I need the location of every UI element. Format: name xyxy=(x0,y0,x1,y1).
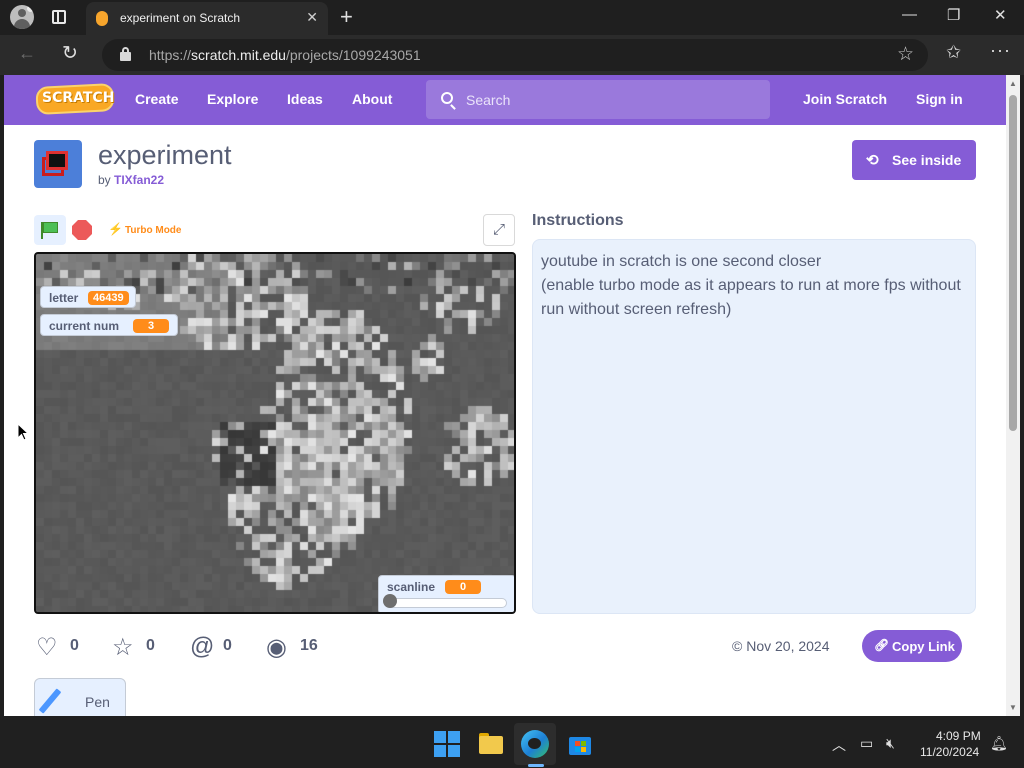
browser-titlebar: experiment on Scratch ✕ + — ❐ ✕ xyxy=(0,0,1024,35)
microsoft-store-icon[interactable] xyxy=(566,730,594,758)
notification-bell-icon[interactable]: 🔔︎ xyxy=(990,735,1008,752)
letter-monitor-value: 46439 xyxy=(88,291,129,305)
tray-chevron-up-icon[interactable]: ︿ xyxy=(832,735,846,755)
scanline-slider-track[interactable] xyxy=(387,598,507,608)
network-icon[interactable]: ▭ xyxy=(860,735,873,752)
scanline-monitor-label: scanline xyxy=(387,580,436,594)
refresh-icon[interactable]: ↻ xyxy=(62,42,78,65)
scroll-up-arrow-icon[interactable]: ▲ xyxy=(1009,79,1017,88)
instructions-line: (enable turbo mode as it appears to run … xyxy=(541,277,961,318)
profile-avatar-icon[interactable] xyxy=(10,5,34,29)
tab-title: experiment on Scratch xyxy=(120,11,241,25)
mouse-cursor-icon xyxy=(17,423,29,441)
letter-monitor[interactable]: letter 46439 xyxy=(40,286,136,308)
project-thumbnail xyxy=(34,140,82,188)
instructions-line: youtube in scratch is one second closer xyxy=(541,253,822,270)
scrollbar-thumb[interactable] xyxy=(1009,95,1017,431)
stop-button[interactable] xyxy=(72,220,92,240)
scroll-down-arrow-icon[interactable]: ▼ xyxy=(1009,703,1017,712)
view-count: 16 xyxy=(300,637,318,654)
scratch-page: SCRATCH Create Explore Ideas About Join … xyxy=(4,75,1006,716)
copyright-icon: © xyxy=(732,638,747,654)
address-bar[interactable]: https://scratch.mit.edu/projects/1099243… xyxy=(102,39,928,71)
fullscreen-button[interactable]: ⤢ xyxy=(483,214,515,246)
favorites-list-icon[interactable]: ✩ xyxy=(946,42,961,63)
project-stage[interactable]: letter 46439 current num 3 scanline 0 xyxy=(34,252,516,614)
menu-create[interactable]: Create xyxy=(135,91,179,107)
taskbar-date[interactable]: 11/20/2024 xyxy=(920,745,979,759)
green-flag-button[interactable] xyxy=(34,215,66,245)
search-box[interactable] xyxy=(426,80,770,119)
join-scratch-link[interactable]: Join Scratch xyxy=(803,91,887,107)
search-input[interactable] xyxy=(466,80,766,119)
scanline-slider-thumb[interactable] xyxy=(383,594,397,608)
turbo-mode-label: Turbo Mode xyxy=(125,225,182,236)
restore-icon[interactable]: ❐ xyxy=(947,6,960,24)
remix-count: 0 xyxy=(223,637,232,654)
edge-browser-icon[interactable] xyxy=(521,730,549,758)
pen-extension-tag[interactable]: Pen xyxy=(34,678,126,716)
url-text[interactable]: https://scratch.mit.edu/projects/1099243… xyxy=(149,47,421,63)
menu-explore[interactable]: Explore xyxy=(207,91,258,107)
more-options-icon[interactable]: ··· xyxy=(990,40,1011,61)
scanline-monitor[interactable]: scanline 0 xyxy=(378,575,514,612)
taskbar-time[interactable]: 4:09 PM xyxy=(936,729,981,743)
tab-close-icon[interactable]: ✕ xyxy=(306,9,318,26)
volume-muted-icon[interactable]: 🔇︎ xyxy=(886,735,895,752)
file-explorer-icon[interactable] xyxy=(477,730,505,758)
sign-in-link[interactable]: Sign in xyxy=(916,91,963,107)
menu-about[interactable]: About xyxy=(352,91,392,107)
minimize-icon[interactable]: — xyxy=(902,6,917,23)
browser-tab[interactable]: experiment on Scratch ✕ xyxy=(86,2,328,35)
current-num-monitor-value: 3 xyxy=(133,319,169,333)
instructions-box: youtube in scratch is one second closer … xyxy=(532,239,976,614)
share-date: © Nov 20, 2024 xyxy=(732,638,830,654)
new-tab-icon[interactable]: + xyxy=(340,4,353,30)
remix-spiral-icon: @ xyxy=(190,633,215,660)
search-icon xyxy=(441,92,453,104)
favorite-count: 0 xyxy=(146,637,155,654)
scratch-logo[interactable]: SCRATCH xyxy=(35,82,115,116)
current-num-monitor-label: current num xyxy=(49,319,120,333)
scratch-menubar: SCRATCH Create Explore Ideas About Join … xyxy=(4,75,1006,125)
active-app-indicator xyxy=(528,764,544,767)
back-arrow-icon[interactable]: ← xyxy=(18,43,36,64)
menu-ideas[interactable]: Ideas xyxy=(287,91,323,107)
instructions-heading: Instructions xyxy=(532,212,624,229)
letter-monitor-label: letter xyxy=(49,291,79,305)
author-link[interactable]: TIXfan22 xyxy=(114,173,164,187)
views-eye-icon: ◉ xyxy=(266,634,287,661)
lightning-icon: ⚡ xyxy=(108,222,123,236)
favorite-star-icon[interactable]: ☆ xyxy=(897,43,914,66)
favorite-star-icon[interactable]: ☆ xyxy=(112,633,134,662)
remix-arrows-icon: ⟲ xyxy=(866,152,879,169)
link-icon: 🔗︎ xyxy=(874,638,890,652)
see-inside-button[interactable]: ⟲ See inside xyxy=(852,140,976,180)
lock-icon[interactable] xyxy=(120,47,131,61)
fullscreen-icon: ⤢ xyxy=(492,221,505,238)
address-toolbar: ← ↻ https://scratch.mit.edu/projects/109… xyxy=(0,35,1024,75)
project-title: experiment xyxy=(98,140,232,170)
copy-link-button[interactable]: 🔗︎ Copy Link xyxy=(862,630,962,662)
close-window-icon[interactable]: ✕ xyxy=(994,6,1007,24)
love-count: 0 xyxy=(70,637,79,654)
scratch-favicon-icon xyxy=(96,11,108,26)
windows-start-icon[interactable] xyxy=(433,730,461,758)
pen-icon xyxy=(38,688,62,714)
project-author-line: by TIXfan22 xyxy=(98,173,165,187)
current-num-monitor[interactable]: current num 3 xyxy=(40,314,178,336)
scanline-monitor-value: 0 xyxy=(445,580,481,594)
tab-actions-icon[interactable] xyxy=(52,10,66,24)
page-scrollbar[interactable]: ▲ ▼ xyxy=(1006,75,1020,716)
love-heart-icon[interactable]: ♡ xyxy=(36,633,58,662)
